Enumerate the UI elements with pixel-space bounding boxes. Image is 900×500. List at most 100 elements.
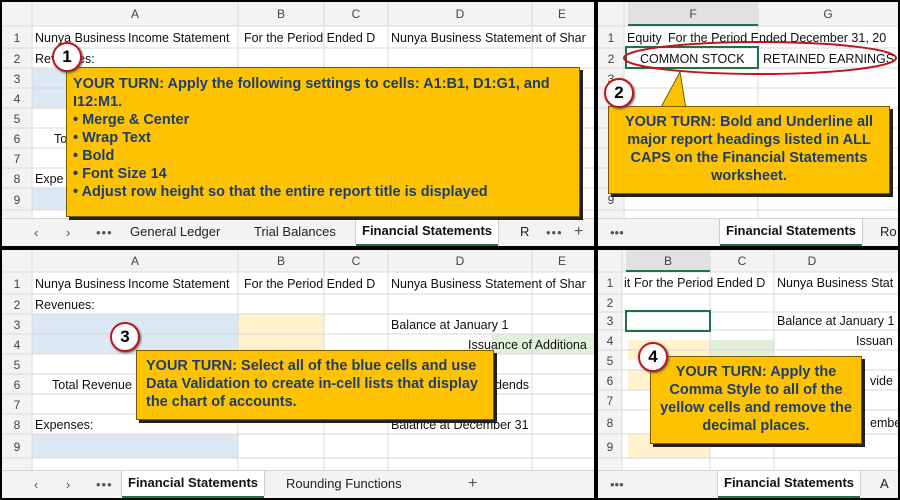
more-sheets-right-icon[interactable]: ••• xyxy=(546,225,563,240)
tab-financial-statements[interactable]: Financial Statements xyxy=(120,471,266,498)
row-header-7[interactable]: 7 xyxy=(14,398,21,412)
row-header-6[interactable]: 6 xyxy=(14,378,21,392)
row-header-1[interactable]: 1 xyxy=(14,277,21,291)
cell-b1[interactable]: Income Statement xyxy=(128,277,230,291)
col-header-d[interactable]: D xyxy=(456,254,465,268)
cell-g2[interactable]: RETAINED EARNINGS xyxy=(763,52,894,66)
row-header-6[interactable]: 6 xyxy=(14,132,21,146)
col-header-g[interactable]: G xyxy=(823,7,832,21)
row-header-2[interactable]: 2 xyxy=(14,52,21,66)
cell-c1[interactable]: For the Period Ended D xyxy=(244,31,375,45)
cell-d1[interactable]: Nunya Business xyxy=(391,31,481,45)
col-header-c[interactable]: C xyxy=(352,254,361,268)
cell-e1[interactable]: Statement of Shar xyxy=(485,31,586,45)
selected-cell-b3[interactable] xyxy=(625,310,711,332)
next-sheet-icon[interactable]: › xyxy=(66,225,70,240)
row-header-3[interactable]: 3 xyxy=(14,318,21,332)
col-header-c[interactable]: C xyxy=(738,254,747,268)
row-header-2[interactable]: 2 xyxy=(608,52,615,66)
cell-a1[interactable]: Nunya Business xyxy=(35,31,125,45)
cell-e1[interactable]: Statement of Shar xyxy=(485,277,586,291)
more-sheets-icon[interactable]: ••• xyxy=(96,225,113,240)
more-sheets-icon[interactable]: ••• xyxy=(610,477,624,492)
cell-d4[interactable]: Issuan xyxy=(856,334,893,348)
row-header-1[interactable]: 1 xyxy=(14,31,21,45)
row-header-5[interactable]: 5 xyxy=(607,354,614,368)
cell-d8[interactable]: Balance at December 31 xyxy=(391,418,529,432)
tab-financial-statements[interactable]: Financial Statements xyxy=(718,219,864,246)
tab-trial-balances[interactable]: Trial Balances xyxy=(254,224,336,239)
tab-ro[interactable]: Ro xyxy=(880,224,897,239)
cell-a8[interactable]: Expe xyxy=(35,172,64,186)
tab-rounding-functions[interactable]: Rounding Functions xyxy=(286,476,402,491)
col-header-a[interactable]: A xyxy=(131,254,139,268)
cell-c1[interactable]: For the Period Ended D xyxy=(634,276,765,290)
row-header-6[interactable]: 6 xyxy=(607,374,614,388)
row-header-2[interactable]: 2 xyxy=(14,298,21,312)
row-header-1[interactable]: 1 xyxy=(608,31,615,45)
col-header-d[interactable]: D xyxy=(808,254,817,268)
row-header-9[interactable]: 9 xyxy=(607,440,614,454)
cell-d1[interactable]: Nunya Business xyxy=(391,277,481,291)
row-header-4[interactable]: 4 xyxy=(14,338,21,352)
callout-2: YOUR TURN: Bold and Underline all major … xyxy=(608,106,890,194)
cell-d3[interactable]: Balance at January 1 xyxy=(777,314,894,328)
cell-a1[interactable]: Nunya Business xyxy=(35,277,125,291)
col-header-c[interactable]: C xyxy=(352,7,361,21)
col-header-d[interactable]: D xyxy=(456,7,465,21)
row-header-3[interactable]: 3 xyxy=(14,72,21,86)
cell-a6[interactable]: Total Revenue xyxy=(52,378,132,392)
cell-b1[interactable]: Income Statement xyxy=(128,31,230,45)
row-header-2[interactable]: 2 xyxy=(607,296,614,310)
col-header-f[interactable]: F xyxy=(689,7,696,21)
cell-b1[interactable]: it xyxy=(624,276,631,290)
col-header-e[interactable]: E xyxy=(558,7,566,21)
panel-2-spreadsheet: F G 1 2 3 4 5 6 7 8 9 Equity For the Per… xyxy=(598,2,898,246)
callout-1: YOUR TURN: Apply the following settings … xyxy=(66,67,580,217)
row-header-4[interactable]: 4 xyxy=(607,334,614,348)
add-sheet-icon[interactable]: + xyxy=(468,475,477,493)
cell-f2[interactable]: COMMON STOCK xyxy=(640,52,745,66)
row-header-3[interactable]: 3 xyxy=(607,314,614,328)
tab-a[interactable]: A xyxy=(880,476,889,491)
cell-d3[interactable]: Balance at January 1 xyxy=(391,318,508,332)
col-header-b[interactable]: B xyxy=(277,7,285,21)
row-header-1[interactable]: 1 xyxy=(607,276,614,290)
row-header-7[interactable]: 7 xyxy=(14,152,21,166)
cell-d1[interactable]: Nunya Business xyxy=(777,276,867,290)
row-header-8[interactable]: 8 xyxy=(14,172,21,186)
more-sheets-icon[interactable]: ••• xyxy=(96,477,113,492)
col-header-e[interactable]: E xyxy=(558,254,566,268)
prev-sheet-icon[interactable]: ‹ xyxy=(34,477,38,492)
row-header-7[interactable]: 7 xyxy=(607,394,614,408)
tab-financial-statements[interactable]: Financial Statements xyxy=(354,219,500,246)
col-header-a[interactable]: A xyxy=(131,7,139,21)
add-sheet-icon[interactable]: + xyxy=(574,223,583,241)
cell-a8[interactable]: Expenses: xyxy=(35,418,93,432)
next-sheet-icon[interactable]: › xyxy=(66,477,70,492)
callout-3: YOUR TURN: Select all of the blue cells … xyxy=(136,350,494,420)
cell-f1[interactable]: Equity xyxy=(627,31,662,45)
row-header-8[interactable]: 8 xyxy=(607,416,614,430)
row-header-4[interactable]: 4 xyxy=(14,92,21,106)
cell-e1[interactable]: Stat xyxy=(871,276,894,290)
row-header-5[interactable]: 5 xyxy=(14,358,21,372)
tab-r[interactable]: R xyxy=(520,224,529,239)
callout-4: YOUR TURN: Apply the Comma Style to all … xyxy=(650,356,862,444)
row-header-9[interactable]: 9 xyxy=(608,193,615,207)
col-header-b[interactable]: B xyxy=(277,254,285,268)
cell-d8[interactable]: embe xyxy=(870,416,898,430)
tab-general-ledger[interactable]: General Ledger xyxy=(130,224,220,239)
cell-d6[interactable]: vide xyxy=(870,374,893,388)
row-header-5[interactable]: 5 xyxy=(14,112,21,126)
row-header-9[interactable]: 9 xyxy=(14,193,21,207)
more-sheets-icon[interactable]: ••• xyxy=(610,225,624,240)
cell-d6[interactable]: dends xyxy=(495,378,529,392)
cell-a2[interactable]: Revenues: xyxy=(35,298,95,312)
col-header-b[interactable]: B xyxy=(664,254,672,268)
row-header-8[interactable]: 8 xyxy=(14,418,21,432)
row-header-9[interactable]: 9 xyxy=(14,440,21,454)
tab-financial-statements[interactable]: Financial Statements xyxy=(716,471,862,498)
prev-sheet-icon[interactable]: ‹ xyxy=(34,225,38,240)
cell-c1[interactable]: For the Period Ended D xyxy=(244,277,375,291)
